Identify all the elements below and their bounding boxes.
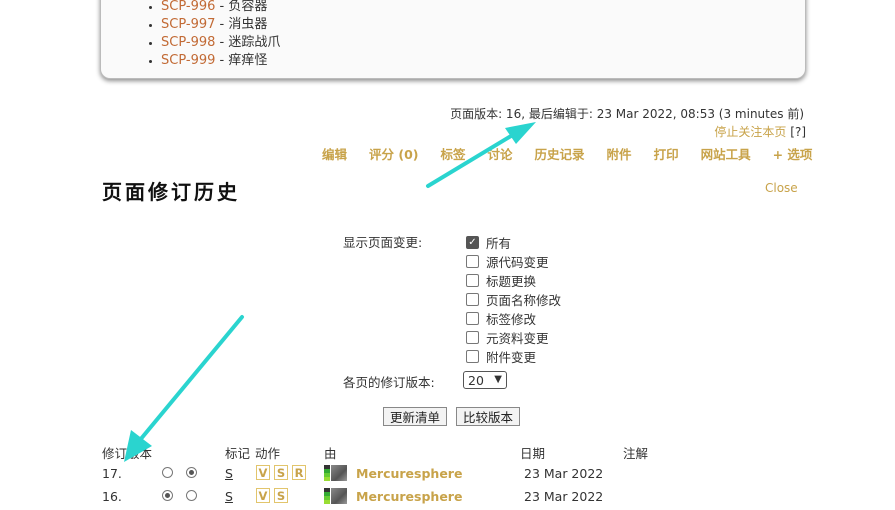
checkbox-label: 页面名称修改 xyxy=(486,293,562,308)
checkbox[interactable] xyxy=(466,331,479,344)
show-source-button[interactable]: S xyxy=(274,488,288,503)
print-button[interactable]: 打印 xyxy=(654,144,679,163)
user-link[interactable]: Mercuresphere xyxy=(356,489,462,504)
unwatch-link[interactable]: 停止关注本页 xyxy=(714,125,786,139)
scp-link[interactable]: SCP-999 xyxy=(161,53,215,68)
rev-number: 17. xyxy=(102,466,122,481)
col-flags: 标记 xyxy=(225,446,251,461)
compare-radio-from[interactable] xyxy=(162,467,173,478)
col-by: 由 xyxy=(324,446,337,461)
flag-link[interactable]: S xyxy=(225,489,233,504)
filter-source[interactable]: 源代码变更 xyxy=(466,252,561,271)
page-info: 页面版本: 16, 最后编辑于: 23 Mar 2022, 08:53 (3 m… xyxy=(450,107,804,121)
compare-radio-to[interactable] xyxy=(186,490,197,501)
per-page-label: 各页的修订版本: xyxy=(343,375,435,390)
checkbox[interactable] xyxy=(466,293,479,306)
filter-meta[interactable]: 元资料变更 xyxy=(466,328,561,347)
checkbox[interactable] xyxy=(466,350,479,363)
scp-link[interactable]: SCP-997 xyxy=(161,17,215,32)
show-changes-label: 显示页面变更: xyxy=(343,235,423,250)
checkbox[interactable] xyxy=(466,274,479,287)
scp-list: SCP-996 - 负容器 SCP-997 - 消虫器 SCP-998 - 迷踪… xyxy=(101,0,280,70)
checkbox-label: 元资料变更 xyxy=(486,331,549,346)
help-link[interactable]: [?] xyxy=(790,125,806,139)
list-item: SCP-999 - 痒痒怪 xyxy=(161,52,280,70)
checkbox-label: 附件变更 xyxy=(486,350,537,365)
revert-button[interactable]: R xyxy=(292,465,306,480)
per-page-select[interactable]: 20 ▼ xyxy=(463,371,507,389)
rate-button[interactable]: 评分 (0) xyxy=(369,144,418,163)
compare-radio-from[interactable] xyxy=(162,490,173,501)
page-title: 页面修订历史 xyxy=(102,180,240,204)
rev-date: 23 Mar 2022 xyxy=(524,489,604,504)
scp-name: 痒痒怪 xyxy=(228,53,268,68)
checkbox-label: 标题更换 xyxy=(486,274,537,289)
view-source-button[interactable]: V xyxy=(256,488,270,503)
show-source-button[interactable]: S xyxy=(274,465,288,480)
col-actions: 动作 xyxy=(255,446,281,461)
karma-icon xyxy=(324,465,330,481)
close-link[interactable]: Close xyxy=(765,181,798,195)
filter-title[interactable]: 标题更换 xyxy=(466,271,561,290)
update-list-button[interactable]: 更新清单 xyxy=(383,407,448,426)
scp-name: 负容器 xyxy=(228,0,268,14)
avatar[interactable] xyxy=(331,488,347,504)
scp-name: 消虫器 xyxy=(228,17,268,32)
filter-tags[interactable]: 标签修改 xyxy=(466,309,561,328)
scp-name: 迷踪战爪 xyxy=(228,35,281,50)
checkbox[interactable] xyxy=(466,312,479,325)
tags-button[interactable]: 标签 xyxy=(441,144,466,163)
table-row: 17. S V S R Mercuresphere 23 Mar 2022 xyxy=(0,463,895,485)
checkbox-label: 标签修改 xyxy=(486,312,537,327)
files-button[interactable]: 附件 xyxy=(607,144,632,163)
chevron-down-icon: ▼ xyxy=(494,374,502,385)
col-rev: 修订版本 xyxy=(102,446,153,461)
checkbox-label: 源代码变更 xyxy=(486,255,549,270)
history-button[interactable]: 历史记录 xyxy=(535,144,585,163)
list-item: SCP-997 - 消虫器 xyxy=(161,16,280,34)
page-actions: 编辑 评分 (0) 标签 讨论 历史记录 附件 打印 网站工具 + 选项 xyxy=(322,144,812,163)
scp-list-box: SCP-996 - 负容器 SCP-997 - 消虫器 SCP-998 - 迷踪… xyxy=(100,0,806,79)
annotation-arrowhead xyxy=(505,122,536,144)
flag-link[interactable]: S xyxy=(225,466,233,481)
scp-link[interactable]: SCP-998 xyxy=(161,35,215,50)
list-item: SCP-996 - 负容器 xyxy=(161,0,280,16)
filter-checkboxes: ✓ 所有 源代码变更 标题更换 页面名称修改 标签修改 元资料变更 附件变更 xyxy=(466,233,561,366)
site-tools-button[interactable]: 网站工具 xyxy=(701,144,751,163)
user-link[interactable]: Mercuresphere xyxy=(356,466,462,481)
checkbox[interactable] xyxy=(466,255,479,268)
filter-all[interactable]: ✓ 所有 xyxy=(466,233,561,252)
discuss-button[interactable]: 讨论 xyxy=(488,144,513,163)
scp-link[interactable]: SCP-996 xyxy=(161,0,215,14)
checkbox[interactable]: ✓ xyxy=(466,236,479,249)
table-row: 16. S V S Mercuresphere 23 Mar 2022 xyxy=(0,486,895,508)
col-comment: 注解 xyxy=(623,446,649,461)
karma-icon xyxy=(324,488,330,504)
annotation-arrow-line xyxy=(138,315,244,442)
checkbox-label: 所有 xyxy=(486,236,512,251)
compare-button[interactable]: 比较版本 xyxy=(456,407,521,426)
filter-files[interactable]: 附件变更 xyxy=(466,347,561,366)
avatar[interactable] xyxy=(331,465,347,481)
col-date: 日期 xyxy=(520,446,546,461)
list-item: SCP-998 - 迷踪战爪 xyxy=(161,34,280,52)
compare-radio-to[interactable] xyxy=(186,467,197,478)
view-source-button[interactable]: V xyxy=(256,465,270,480)
more-options-button[interactable]: + 选项 xyxy=(773,144,813,163)
edit-button[interactable]: 编辑 xyxy=(322,144,347,163)
rev-date: 23 Mar 2022 xyxy=(524,466,604,481)
unwatch-row: 停止关注本页 [?] xyxy=(714,123,806,140)
rev-number: 16. xyxy=(102,489,122,504)
filter-rename[interactable]: 页面名称修改 xyxy=(466,290,561,309)
select-value: 20 xyxy=(468,372,484,388)
